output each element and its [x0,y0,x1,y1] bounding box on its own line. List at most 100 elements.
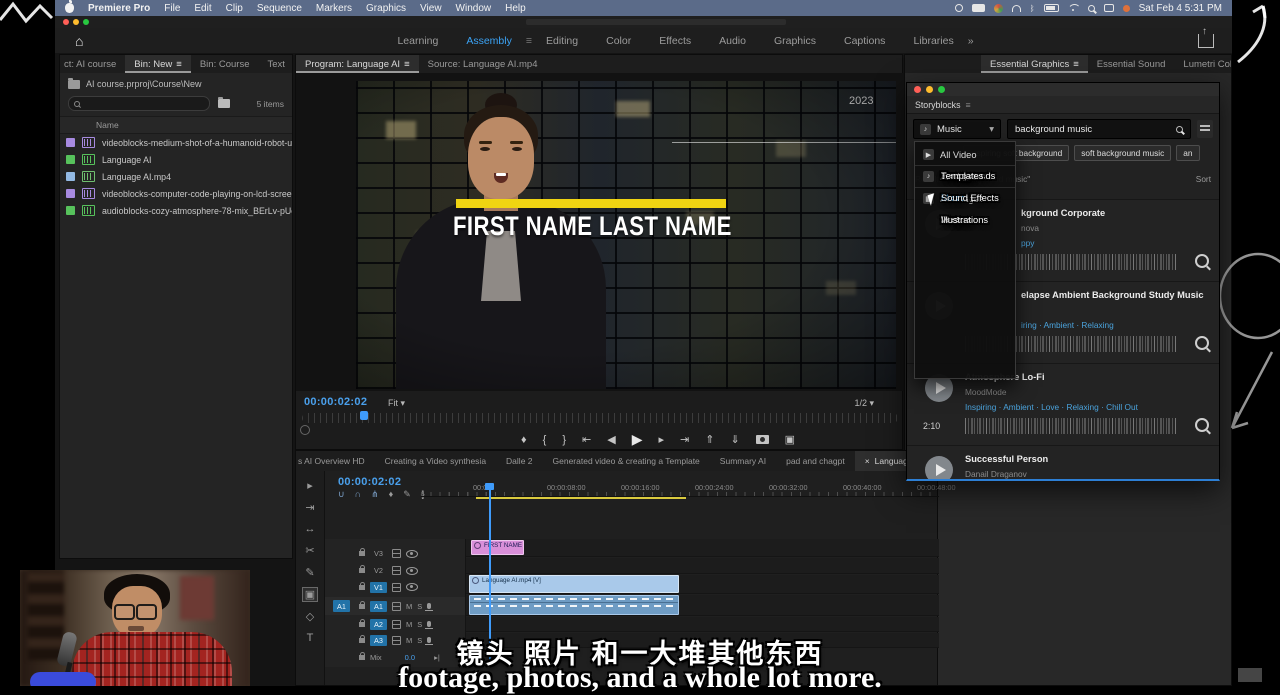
monitor-scrubber[interactable] [302,413,898,423]
track-title[interactable]: elapse Ambient Background Study Music [1021,290,1204,300]
track-name[interactable]: V1 [370,582,387,593]
sync-lock-icon[interactable] [392,620,401,629]
lane-v3[interactable] [466,539,939,557]
storyblocks-title-bar[interactable] [907,83,1219,96]
track-v3[interactable]: V3 [325,546,465,561]
menu-markers[interactable]: Markers [316,3,352,14]
marker-icon[interactable]: ♦ [389,489,394,500]
track-v1[interactable]: V1 [325,579,465,595]
go-to-in-icon[interactable]: ⇤ [582,433,591,446]
eye-icon[interactable] [406,583,418,591]
track-title[interactable]: Successful Person [965,454,1048,464]
panel-menu-icon[interactable] [176,59,182,70]
window-minimize-icon[interactable] [73,19,79,25]
storyblocks-search-input[interactable]: background music [1007,119,1191,139]
mark-out-icon[interactable]: } [562,434,566,446]
waveform[interactable] [965,418,1177,434]
workspace-overflow-icon[interactable] [968,35,974,47]
comparison-view-icon[interactable]: ▣ [785,433,795,446]
status-app-icon[interactable] [955,4,963,12]
chip[interactable]: an [1176,145,1199,161]
window-close-icon[interactable] [914,86,921,93]
color-app-icon[interactable] [994,4,1003,13]
program-video[interactable]: 2023 FIRST NAME LAST NAME [356,81,896,389]
sequence-tab[interactable]: pad and chagpt [776,451,855,471]
wifi-icon[interactable] [1068,4,1079,12]
media-type-select[interactable]: ♪ Music [913,119,1001,139]
add-marker-icon[interactable]: ♦ [521,434,527,446]
apple-menu-icon[interactable] [65,3,74,13]
rectangle-tool-icon[interactable]: ▣ [303,588,317,601]
window-minimize-icon[interactable] [926,86,933,93]
tab-project[interactable]: ct: AI course [60,55,125,73]
sequence-tab[interactable]: Generated video & creating a Template [543,451,710,471]
tab-editing[interactable]: Editing [532,35,592,47]
chip[interactable]: soft background music [1074,145,1171,161]
solo-button[interactable]: S [417,602,422,611]
track-tags[interactable]: ppy [1021,238,1034,248]
sequence-tab[interactable]: Creating a Video synthesia [375,451,496,471]
dropdown-item-templates[interactable]: Templates [915,165,1220,186]
app-menu[interactable]: Premiere Pro [88,3,150,14]
source-patch[interactable]: A1 [333,600,350,612]
sync-lock-icon[interactable] [392,602,401,611]
track-tags[interactable]: iring · Ambient · Relaxing [1021,320,1114,330]
mute-button[interactable]: M [406,602,412,611]
hand-tool-icon[interactable]: ◇ [306,610,314,623]
tab-essential-graphics[interactable]: Essential Graphics [981,55,1088,73]
menu-window[interactable]: Window [456,3,492,14]
solo-button[interactable]: S [417,620,422,629]
spotlight-search-icon[interactable] [1088,5,1095,12]
tab-learning[interactable]: Learning [383,35,452,47]
track-name[interactable]: V2 [370,565,387,576]
find-similar-icon[interactable] [1195,336,1209,350]
home-icon[interactable] [75,33,83,49]
storyblocks-tab[interactable]: Storyblocks [907,96,1219,114]
lift-icon[interactable]: ⇑ [705,433,714,446]
play-icon[interactable]: ▶ [632,431,643,448]
video-clip[interactable]: Language AI.mp4 [V] [469,575,679,593]
track-a1[interactable]: A1 A1 M S [325,597,465,615]
tab-text[interactable]: Text [258,55,292,73]
dropdown-item-all-video[interactable]: ▶All Video [915,144,1015,165]
dropdown-item-sound-effects[interactable]: Sound Effects [915,187,1220,208]
monitor-playhead-nub[interactable] [360,411,368,420]
razor-tool-icon[interactable]: ✂ [305,544,314,557]
timeline-ruler[interactable]: 00:00 00:00:08:00 00:00:16:00 00:00:24:0… [421,482,939,497]
lane-v2[interactable] [466,558,939,574]
quick-export-icon[interactable] [1198,34,1214,48]
menubar-clock[interactable]: Sat Feb 4 5:31 PM [1139,3,1222,14]
label-swatch[interactable] [66,155,75,164]
go-to-out-icon[interactable]: ⇥ [680,433,689,446]
bluetooth-icon[interactable]: ᛒ [1030,4,1035,13]
tab-bin-new[interactable]: Bin: New [125,55,191,73]
window-close-icon[interactable] [63,19,69,25]
lock-icon[interactable] [359,622,365,627]
extract-icon[interactable]: ⇓ [730,433,739,446]
track-name[interactable]: V3 [370,548,387,559]
label-swatch[interactable] [66,206,75,215]
tab-program[interactable]: Program: Language AI [296,55,419,73]
column-header-name[interactable]: Name [60,116,292,134]
track-select-tool-icon[interactable]: ⇥ [305,501,314,514]
track-v2[interactable]: V2 [325,564,465,577]
eye-icon[interactable] [406,567,418,575]
mute-button[interactable]: M [406,620,412,629]
play-button[interactable] [925,456,953,481]
label-swatch[interactable] [66,138,75,147]
export-frame-icon[interactable] [756,435,769,444]
sync-lock-icon[interactable] [392,549,401,558]
sequence-tab[interactable]: Dalle 2 [496,451,542,471]
new-bin-icon[interactable] [218,99,230,108]
tab-source[interactable]: Source: Language AI.mp4 [419,55,547,73]
snap-icon[interactable]: ∪ [338,489,345,500]
lock-icon[interactable] [359,568,365,573]
label-swatch[interactable] [66,172,75,181]
menu-file[interactable]: File [164,3,180,14]
panel-menu-icon[interactable] [965,100,970,110]
tab-assembly[interactable]: Assembly [452,35,526,47]
sequence-tab[interactable]: Summary AI [710,451,776,471]
sync-lock-icon[interactable] [392,583,401,592]
music-result-row[interactable]: Successful Person Danail Draganov [907,445,1219,481]
audio-clip[interactable] [469,595,679,615]
